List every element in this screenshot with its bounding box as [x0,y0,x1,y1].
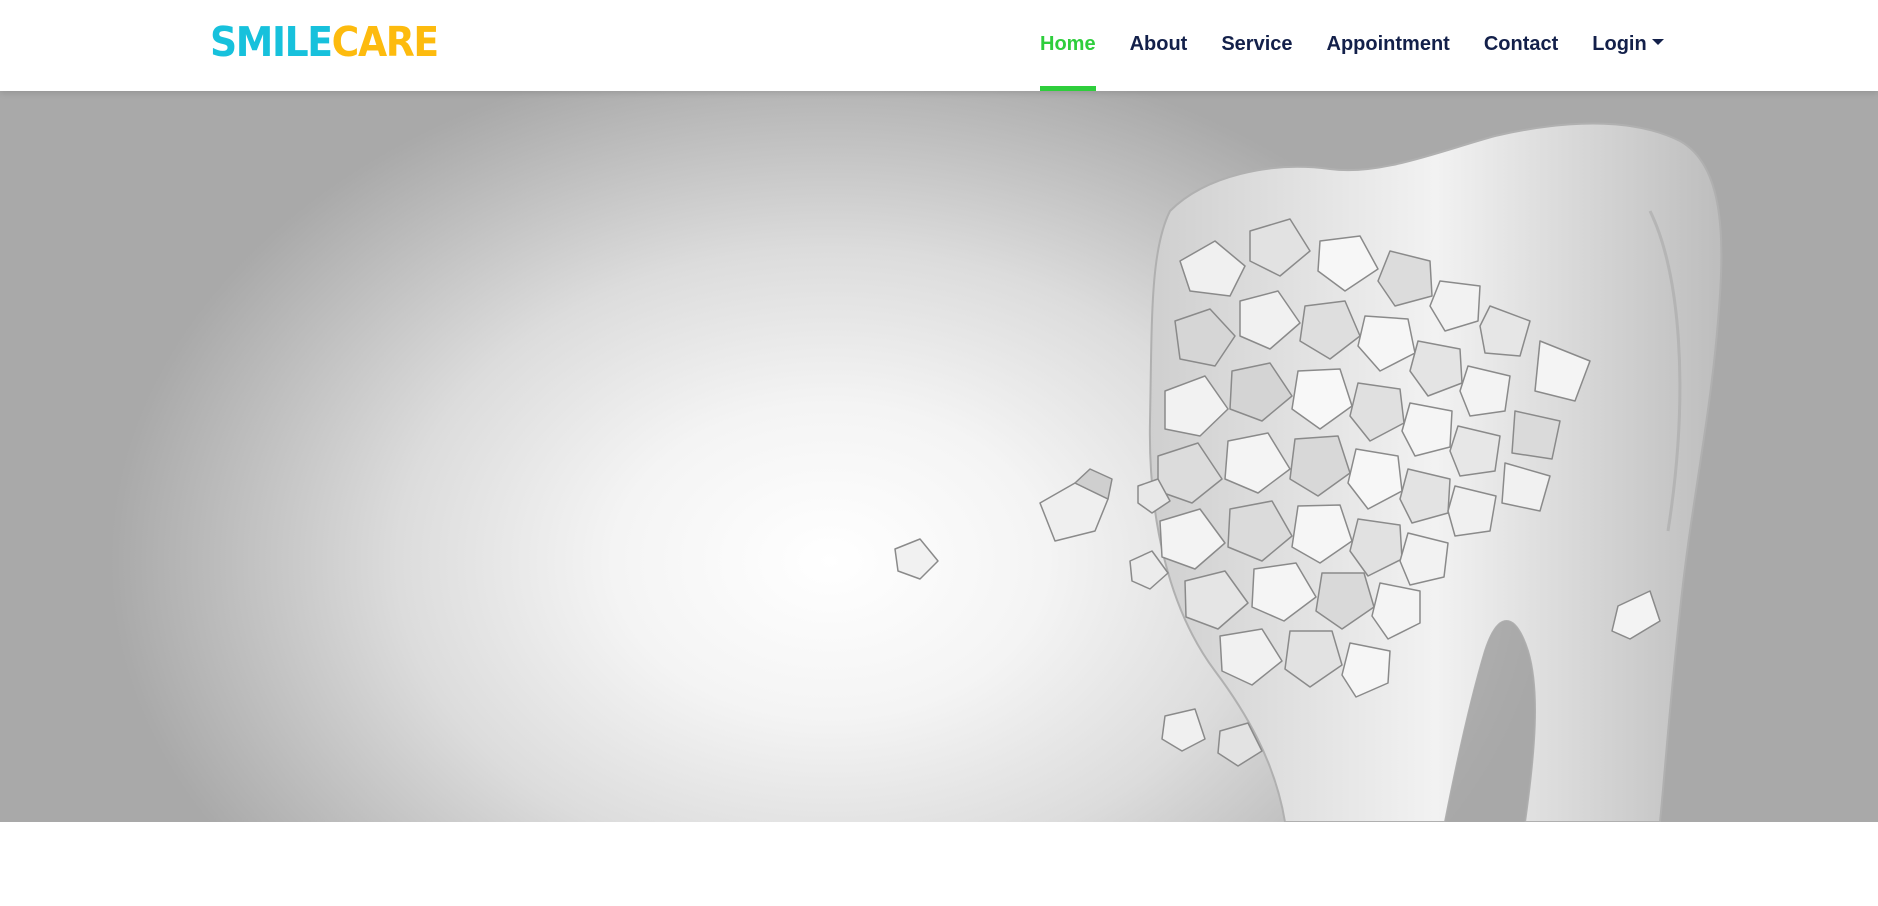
hero-banner [0,91,1878,822]
nav-item-about[interactable]: About [1130,0,1188,91]
nav-item-label: Home [1040,33,1096,55]
caret-down-icon [1651,38,1664,45]
nav-item-contact[interactable]: Contact [1484,0,1558,91]
brand-logo-part1: SMILE [210,18,333,66]
nav-item-home[interactable]: Home [1040,0,1096,91]
nav-item-appointment[interactable]: Appointment [1327,0,1450,91]
nav-item-label: Contact [1483,33,1559,55]
nav-item-login-dropdown[interactable]: Login [1592,0,1664,91]
top-navbar: SMILECARE Home About Service Appointment… [0,0,1878,91]
content-area [0,822,1878,906]
nav-item-label: Appointment [1326,33,1450,55]
nav-item-label: Login [1592,33,1647,55]
shattering-tooth-image [894,122,1723,822]
brand-logo[interactable]: SMILECARE [210,18,440,66]
main-nav: Home About Service Appointment Contact L… [1040,0,1664,91]
brand-logo-part2: CARE [331,18,440,66]
nav-item-label: About [1129,33,1188,55]
nav-item-service[interactable]: Service [1221,0,1292,91]
nav-item-label: Service [1221,33,1293,55]
